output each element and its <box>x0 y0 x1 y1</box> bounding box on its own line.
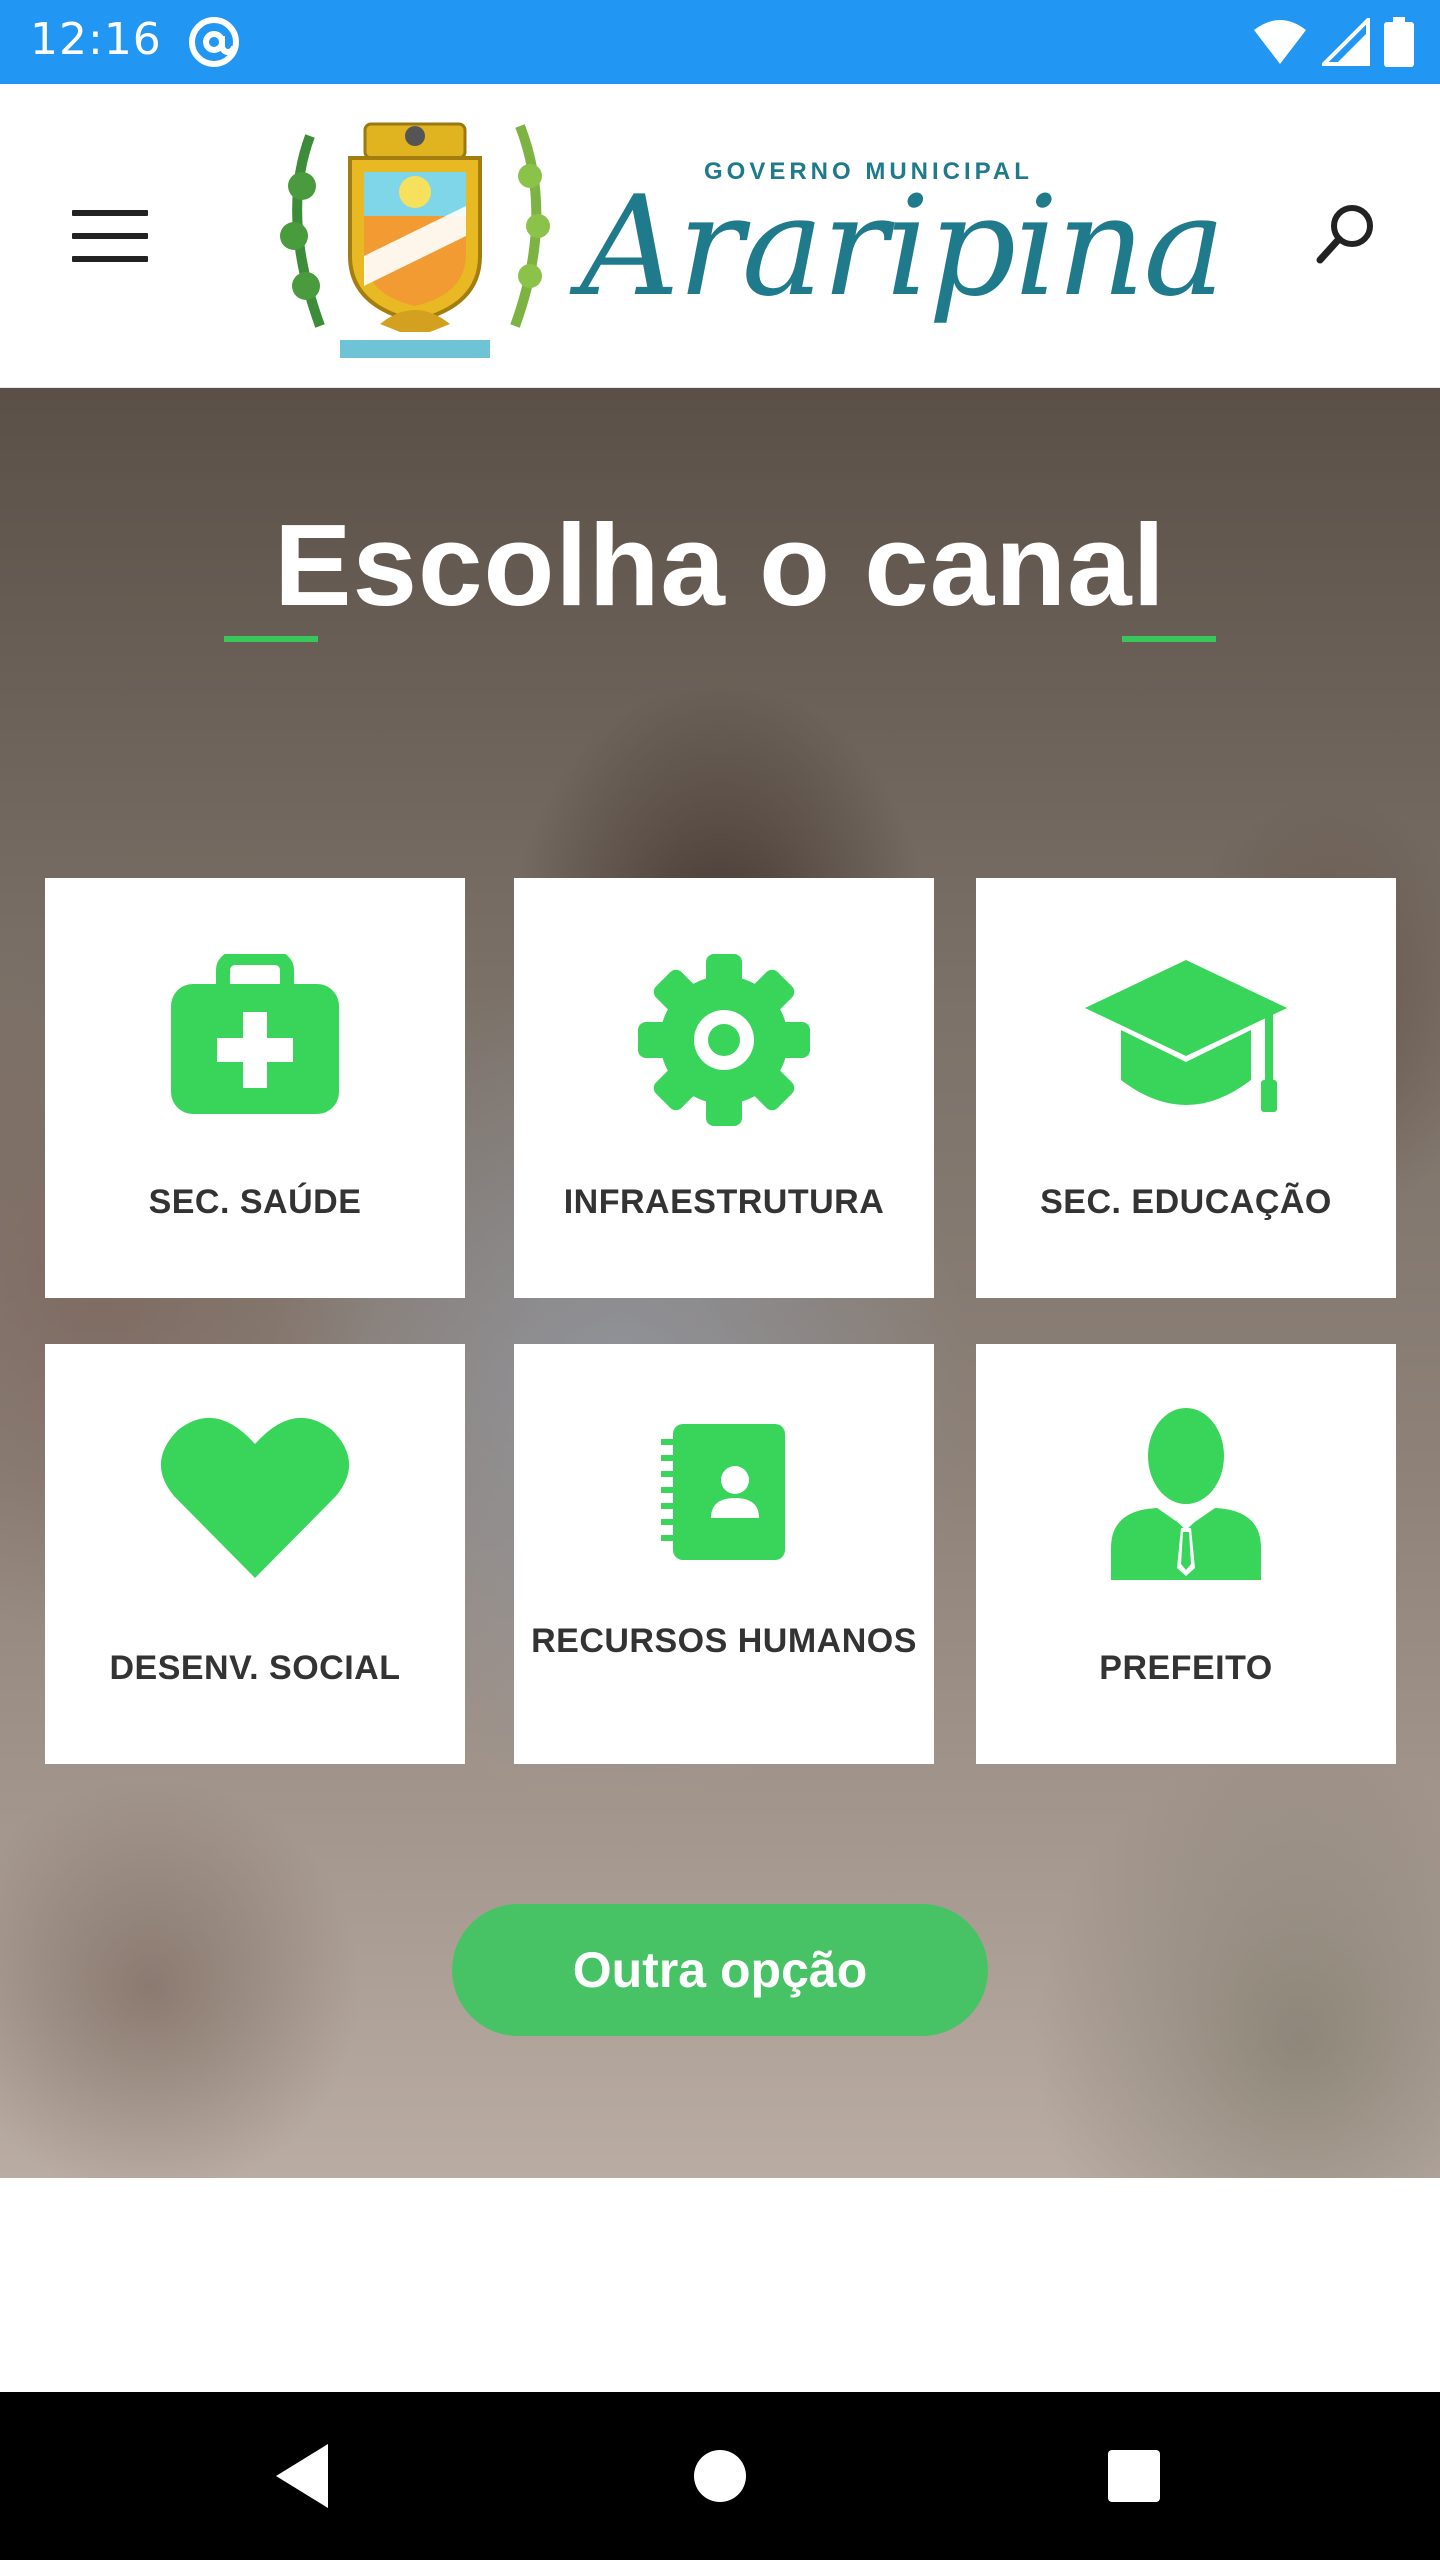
channel-label: DESENV. SOCIAL <box>109 1649 401 1687</box>
battery-icon <box>1384 17 1414 67</box>
page-title: Escolha o canal <box>274 500 1166 630</box>
home-icon[interactable] <box>680 2436 760 2516</box>
logo[interactable]: GOVERNO MUNICIPAL Araripina <box>280 96 1226 376</box>
at-sign-icon <box>189 17 239 67</box>
other-option-button[interactable]: Outra opção <box>452 1904 988 2036</box>
channel-label: SEC. SAÚDE <box>148 1183 362 1221</box>
status-time: 12:16 <box>30 14 162 65</box>
status-icons <box>1252 16 1414 68</box>
coat-of-arms-icon <box>280 122 550 358</box>
title-underline-right <box>1122 636 1216 642</box>
gear-icon <box>638 954 810 1126</box>
channel-label: SEC. EDUCAÇÃO <box>1040 1183 1332 1221</box>
app-header: GOVERNO MUNICIPAL Araripina <box>0 84 1440 388</box>
channel-card-educacao[interactable]: SEC. EDUCAÇÃO <box>976 878 1396 1298</box>
channel-label: PREFEITO <box>1099 1649 1273 1687</box>
channel-card-desenv-social[interactable]: DESENV. SOCIAL <box>45 1344 465 1764</box>
system-nav-bar <box>0 2392 1440 2560</box>
channel-label: RECURSOS HUMANOS <box>531 1622 917 1660</box>
logo-title: Araripina <box>580 166 1226 327</box>
heart-icon <box>160 1417 350 1578</box>
hamburger-menu-icon <box>72 210 148 216</box>
hero-section: Escolha o canal SEC. SAÚDE INFRAESTRUTUR… <box>0 388 1440 2178</box>
contact-book-icon <box>661 1424 785 1560</box>
signal-icon <box>1322 18 1370 66</box>
wifi-icon <box>1254 20 1306 64</box>
back-icon[interactable] <box>262 2436 342 2516</box>
channel-card-recursos-humanos[interactable]: RECURSOS HUMANOS <box>514 1344 934 1764</box>
recents-icon[interactable] <box>1094 2436 1174 2516</box>
channel-card-prefeito[interactable]: PREFEITO <box>976 1344 1396 1764</box>
channel-card-saude[interactable]: SEC. SAÚDE <box>45 878 465 1298</box>
graduation-cap-icon <box>1085 960 1287 1112</box>
channel-label: INFRAESTRUTURA <box>563 1183 885 1221</box>
title-underline-left <box>224 636 318 642</box>
menu-button[interactable] <box>68 202 152 270</box>
search-icon[interactable] <box>1310 198 1382 270</box>
status-bar: 12:16 <box>0 0 1440 84</box>
channel-card-infraestrutura[interactable]: INFRAESTRUTURA <box>514 878 934 1298</box>
person-suit-icon <box>1111 1408 1261 1580</box>
medical-kit-icon <box>171 954 339 1114</box>
